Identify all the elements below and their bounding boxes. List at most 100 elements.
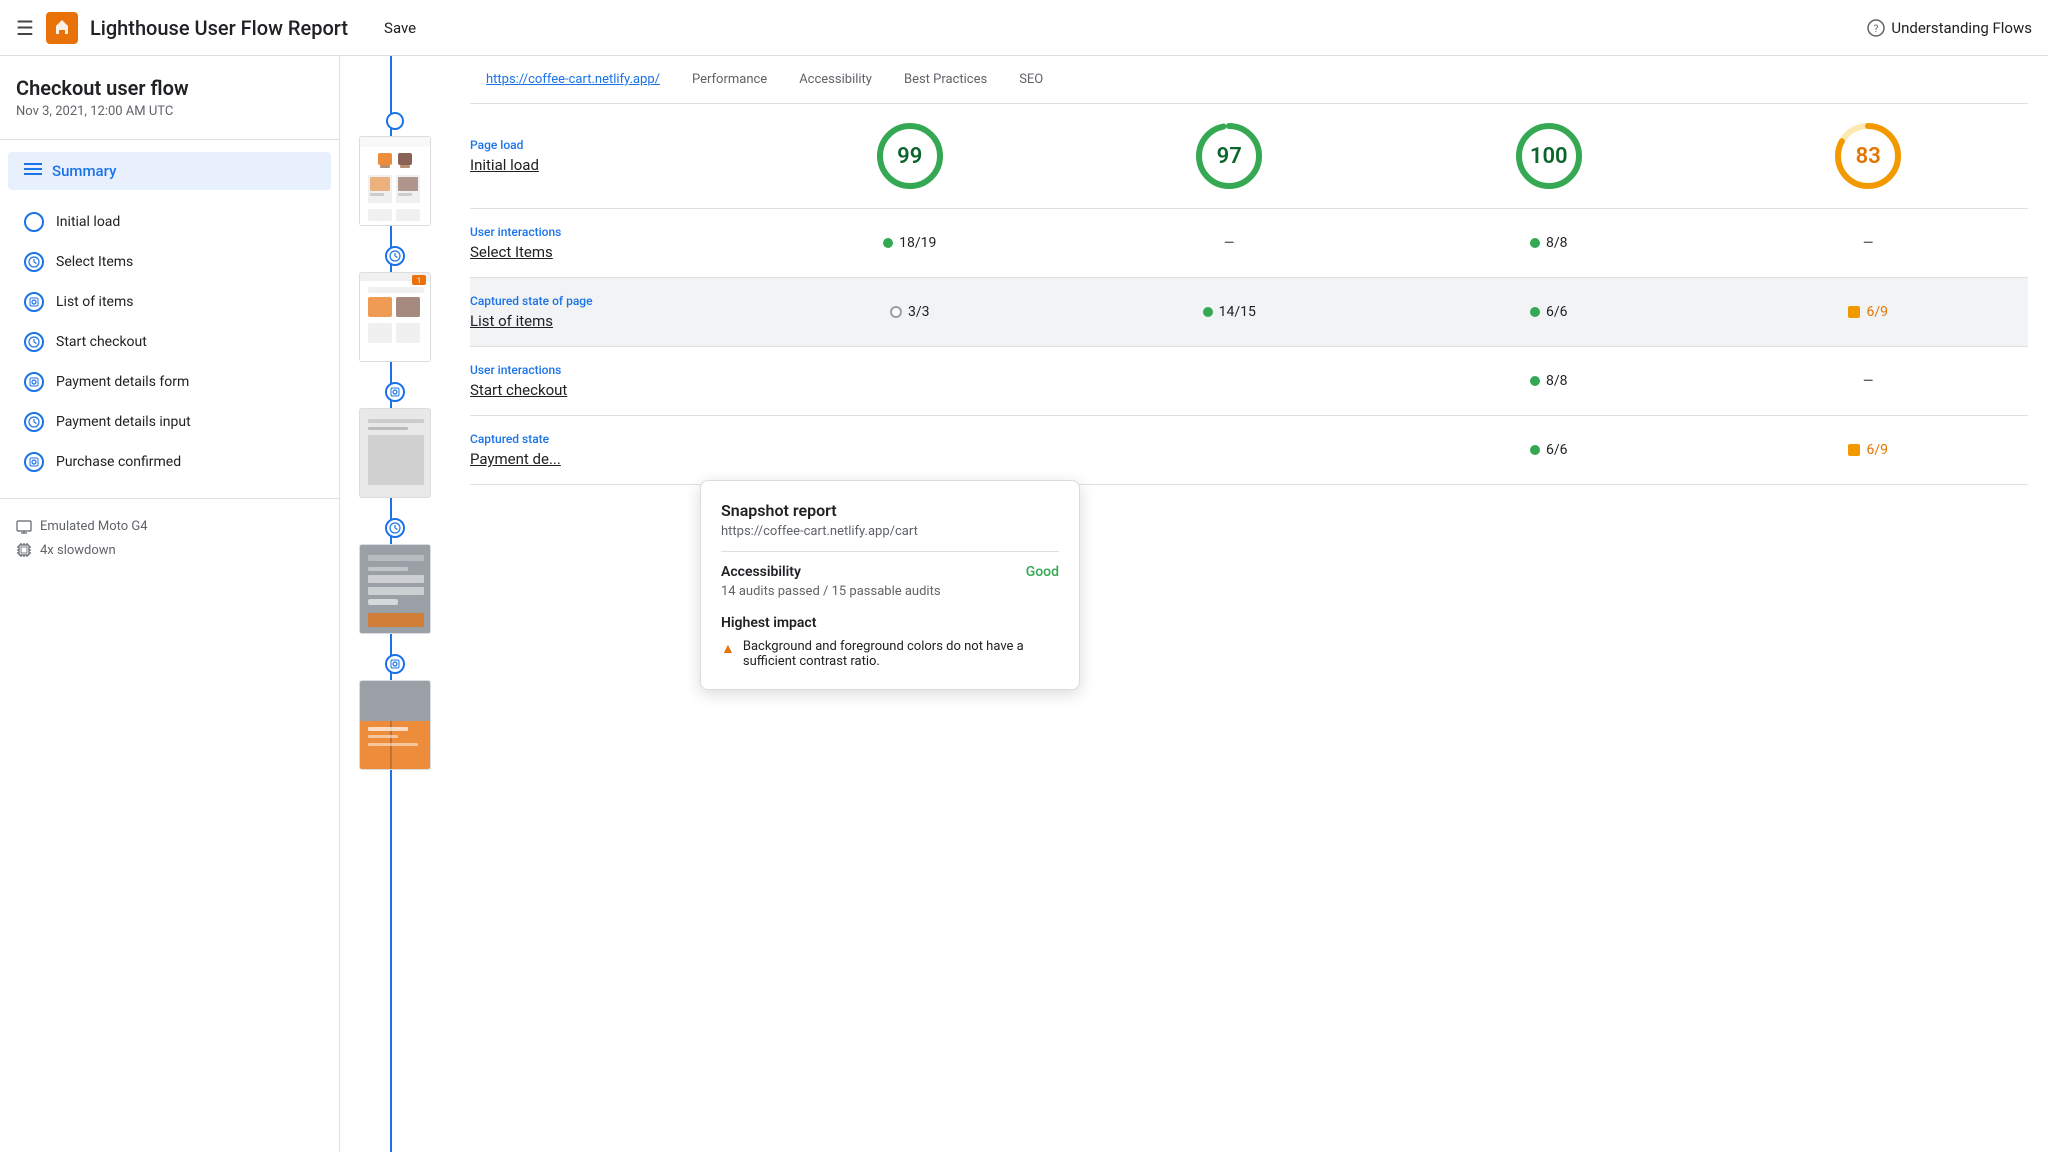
score-value-99: 99 [897, 144, 922, 169]
square-orange [1848, 306, 1860, 318]
score-label-col-1: Page load Initial load [470, 138, 750, 174]
section-type-3: Captured state of page [470, 294, 750, 308]
summary-nav-item[interactable]: Summary [8, 152, 331, 190]
tooltip-impact-text-1: Background and foreground colors do not … [743, 639, 1059, 669]
tab-url[interactable]: https://coffee-cart.netlify.app/ [470, 56, 676, 103]
sidebar-header: Checkout user flow Nov 3, 2021, 12:00 AM… [0, 56, 339, 127]
device-icon [16, 520, 32, 534]
dash-seo-4: – [1862, 371, 1874, 392]
svg-text:?: ? [1874, 24, 1879, 35]
section-name-5[interactable]: Payment de... [470, 450, 750, 468]
step-icon-clock [24, 412, 44, 432]
score-col-acc-2: – [1070, 233, 1390, 254]
score-section-list-of-items: Captured state of page List of items 3/3 [470, 278, 2028, 347]
dash-seo-2: – [1862, 233, 1874, 254]
score-value-100: 100 [1530, 144, 1568, 169]
score-tabs: https://coffee-cart.netlify.app/ Perform… [470, 56, 2028, 104]
section-name-1[interactable]: Initial load [470, 156, 750, 174]
step-icon-snapshot [24, 292, 44, 312]
timeline-thumb-2[interactable]: 1 [359, 272, 431, 362]
dot-green-3 [1203, 307, 1213, 317]
score-values-4: 8/8 – [750, 371, 2028, 392]
badge-18-19: 18/19 [883, 235, 936, 251]
score-row-list-of-items: Captured state of page List of items 3/3 [470, 294, 2028, 330]
tooltip-accessibility-desc: 14 audits passed / 15 passable audits [721, 584, 1059, 599]
tab-accessibility[interactable]: Accessibility [783, 56, 888, 103]
score-col-perf-1: 99 [750, 120, 1070, 192]
timeline-thumb-5[interactable] [359, 680, 431, 770]
dot-green-1 [883, 238, 893, 248]
tooltip-overlay: Snapshot report https://coffee-cart.netl… [700, 480, 1080, 690]
badge-8-8-2: 8/8 [1530, 373, 1568, 389]
sidebar-item-start-checkout[interactable]: Start checkout [0, 322, 339, 362]
understanding-flows-link[interactable]: ? Understanding Flows [1867, 19, 2032, 37]
timeline-items: 1 [340, 56, 450, 790]
score-col-perf-3: 3/3 [750, 304, 1070, 320]
badge-3-3: 3/3 [890, 304, 930, 320]
step-icon-clock [24, 332, 44, 352]
sidebar-item-payment-details-input[interactable]: Payment details input [0, 402, 339, 442]
step-label: Purchase confirmed [56, 454, 181, 470]
section-name-2[interactable]: Select Items [470, 243, 750, 261]
timeline-item-4 [359, 518, 431, 654]
tab-seo[interactable]: SEO [1003, 56, 1059, 103]
step-icon-circle [24, 212, 44, 232]
sidebar-item-initial-load[interactable]: Initial load [0, 202, 339, 242]
sidebar-item-payment-details-form[interactable]: Payment details form [0, 362, 339, 402]
timeline-dot-3 [385, 382, 405, 402]
understanding-flows-label: Understanding Flows [1891, 19, 2032, 37]
score-section-select-items: User interactions Select Items 18/19 [470, 209, 2028, 278]
sidebar: Checkout user flow Nov 3, 2021, 12:00 AM… [0, 56, 340, 1152]
score-col-acc-3: 14/15 [1070, 304, 1390, 320]
score-circle-99: 99 [874, 120, 946, 192]
score-col-seo-5: 6/9 [1709, 442, 2029, 458]
badge-value-8-8-2: 8/8 [1546, 373, 1568, 389]
app-logo [46, 12, 78, 44]
timeline-item-1 [359, 112, 431, 246]
score-circle-97: 97 [1193, 120, 1265, 192]
section-name-3[interactable]: List of items [470, 312, 750, 330]
sidebar-item-select-items[interactable]: Select Items [0, 242, 339, 282]
step-label: Initial load [56, 214, 120, 230]
timeline-column: 1 [340, 56, 450, 1152]
badge-value-14-15: 14/15 [1219, 304, 1256, 320]
score-value-97: 97 [1217, 144, 1242, 169]
sidebar-item-purchase-confirmed[interactable]: Purchase confirmed [0, 442, 339, 482]
summary-label: Summary [52, 162, 116, 180]
score-section-payment-details: Captured state Payment de... 6/6 [470, 416, 2028, 485]
score-col-seo-2: – [1709, 233, 2029, 254]
tooltip-impact-section: Highest impact ▲ Background and foregrou… [721, 615, 1059, 669]
menu-icon[interactable]: ☰ [16, 16, 34, 40]
step-icon-snapshot [24, 452, 44, 472]
device-info: Emulated Moto G4 [16, 515, 323, 538]
badge-value-6-9-1: 6/9 [1866, 304, 1888, 320]
score-values-2: 18/19 – 8/8 [750, 233, 2028, 254]
save-button[interactable]: Save [384, 19, 416, 37]
help-icon: ? [1867, 19, 1885, 37]
score-label-col-2: User interactions Select Items [470, 225, 750, 261]
score-row-start-checkout: User interactions Start checkout 8/8 [470, 363, 2028, 399]
score-value-83: 83 [1856, 144, 1881, 169]
score-label-col-5: Captured state Payment de... [470, 432, 750, 468]
tooltip-accessibility-status: Good [1026, 564, 1059, 580]
section-type-5: Captured state [470, 432, 750, 446]
score-col-perf-2: 18/19 [750, 233, 1070, 254]
timeline-thumb-1[interactable] [359, 136, 431, 226]
section-name-4[interactable]: Start checkout [470, 381, 750, 399]
tab-best-practices[interactable]: Best Practices [888, 56, 1003, 103]
score-values-3: 3/3 14/15 [750, 304, 2028, 320]
flow-title: Checkout user flow [16, 76, 323, 100]
slowdown-info: 4x slowdown [16, 538, 323, 562]
timeline-thumb-4[interactable] [359, 544, 431, 634]
score-circle-100: 100 [1513, 120, 1585, 192]
tab-performance[interactable]: Performance [676, 56, 783, 103]
score-col-seo-4: – [1709, 371, 2029, 392]
timeline-dot-5 [385, 654, 405, 674]
score-label-col-3: Captured state of page List of items [470, 294, 750, 330]
badge-6-9-1: 6/9 [1848, 304, 1888, 320]
sidebar-footer: Emulated Moto G4 [0, 498, 339, 578]
timeline-thumb-3[interactable] [359, 408, 431, 498]
step-icon-snapshot [24, 372, 44, 392]
sidebar-item-list-of-items[interactable]: List of items [0, 282, 339, 322]
tooltip-accessibility-header: Accessibility Good [721, 564, 1059, 580]
